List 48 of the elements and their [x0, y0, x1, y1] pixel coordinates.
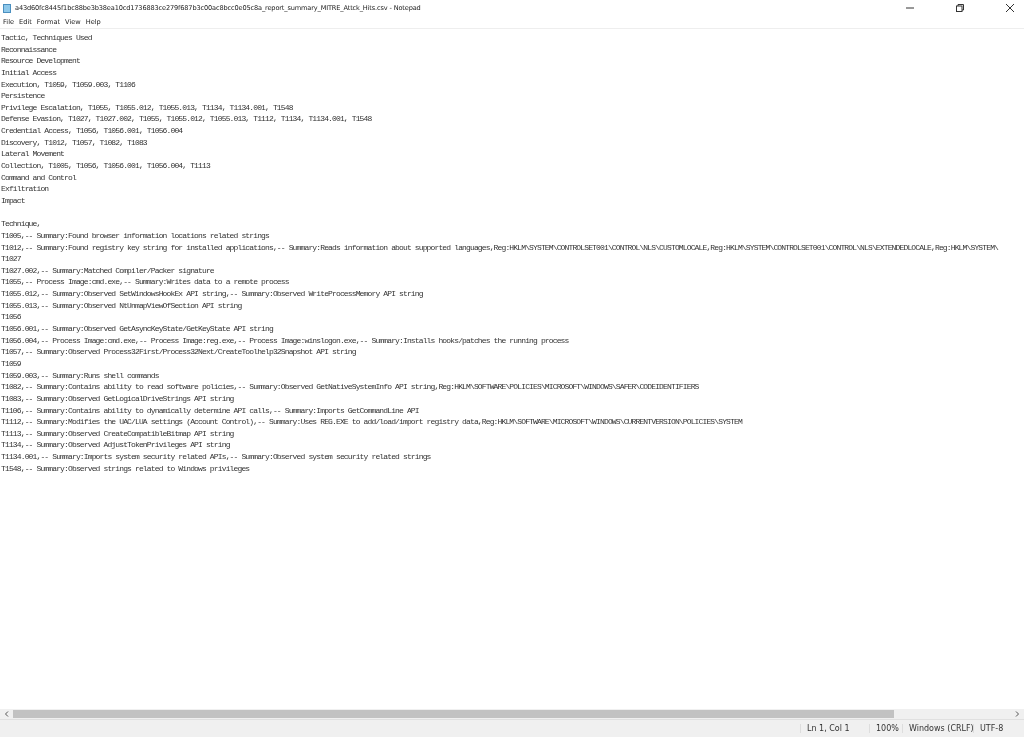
- text-line: Discovery, T1012, T1057, T1082, T1083: [1, 136, 148, 149]
- text-line: T1056.004,-- Process Image:cmd.exe,-- Process Image:reg.exe,-- Process Image:winslogon.exe,-- Summary:Installs hooks/patches the running process: [1, 334, 570, 347]
- text-line: Reconnaissance: [1, 43, 58, 56]
- text-line: T1548,-- Summary:Observed strings related to Windows privileges: [1, 462, 251, 475]
- text-line: T1082,-- Summary:Contains ability to read software policies,-- Summary:Observed GetNativeSystemInfo API string,Reg:HKLM\SOFTWARE\POLICIES\MICROSOFT\WINDOWS\SAFER\CODEIDENTIFIERS: [1, 381, 700, 393]
- text-line: Impact: [1, 194, 26, 207]
- text-line: Persistence: [1, 90, 46, 102]
- text-line: T1112,-- Summary:Modifies the UAC/LUA settings (Account Control),-- Summary:Uses REG.EXE to add/load/import registry data,Reg:HKLM\SOFTWARE\MICROSOFT\WINDOWS\CURRENTVERSION\POLICIES\SYSTEM: [1, 416, 744, 428]
- text-line: T1134,-- Summary:Observed AdjustTokenPrivileges API string: [1, 439, 231, 452]
- text-line: T1012,-- Summary:Found registry key string for installed applications,-- Summary:Reads information about supported languages,Reg:HKLM\SYSTEM\CONTROLSET001\CONTROL\NLS\CUSTOMLOCALE,Reg:HKLM\SYSTEM\CONTROLSET001\CONTROL\NLS\EXTENDEDLOCALE,Reg:HKLM\SYSTEM\: [1, 241, 1000, 254]
- text-line: T1027.002,-- Summary:Matched Compiler/Packer signature: [1, 264, 215, 277]
- text-line: T1083,-- Summary:Observed GetLogicalDriveStrings API string: [1, 392, 235, 405]
- text-line: T1027: [1, 253, 22, 265]
- line-ending: Windows (CRLF): [902, 724, 973, 733]
- scroll-left-icon[interactable]: [4, 711, 10, 717]
- text-line: T1055.013,-- Summary:Observed NtUnmapViewOfSection API string: [1, 299, 243, 312]
- text-line: T1056: [1, 311, 22, 323]
- text-line: Credential Access, T1056, T1056.001, T1056.004: [1, 125, 184, 137]
- minimize-icon[interactable]: [906, 4, 914, 12]
- text-line: Lateral Movement: [1, 148, 66, 161]
- scroll-right-icon[interactable]: [1014, 711, 1020, 717]
- text-line: Resource Development: [1, 55, 81, 67]
- text-line: Tactic, Techniques Used: [1, 32, 93, 44]
- text-line: Defense Evasion, T1027, T1027.002, T1055, T1055.012, T1055.013, T1112, T1134, T1134.001, T1548: [1, 113, 373, 126]
- text-line: T1059.003,-- Summary:Runs shell commands: [1, 369, 160, 382]
- text-line: T1005,-- Summary:Found browser information locations related strings: [1, 229, 270, 242]
- text-line: T1113,-- Summary:Observed CreateCompatibleBitmap API string: [1, 427, 235, 440]
- close-icon[interactable]: [1006, 4, 1014, 12]
- text-line: T1059: [1, 357, 22, 370]
- text-line: T1106,-- Summary:Contains ability to dynamically determine API calls,-- Summary:Imports GetCommandLine API: [1, 404, 420, 417]
- text-line: Command and Control: [1, 171, 78, 184]
- text-line: T1134.001,-- Summary:Imports system security related APIs,-- Summary:Observed system security related strings: [1, 451, 432, 463]
- cursor-position: Ln 1, Col 1: [800, 724, 869, 733]
- scrollbar-thumb[interactable]: [13, 710, 894, 718]
- text-line: Execution, T1059, T1059.003, T1106: [1, 78, 137, 91]
- zoom-level: 100%: [869, 724, 902, 733]
- text-line: Privilege Escalation, T1055, T1055.012, T1055.013, T1134, T1134.001, T1548: [1, 101, 294, 114]
- text-line: T1055,-- Process Image:cmd.exe,-- Summary:Writes data to a remote process: [1, 276, 290, 289]
- text-line: T1055.012,-- Summary:Observed SetWindowsHookEx API string,-- Summary:Observed WriteProcessMemory API string: [1, 288, 424, 300]
- text-line: Exfiltration: [1, 183, 50, 195]
- restore-icon[interactable]: [956, 4, 964, 12]
- text-line: T1057,-- Summary:Observed Process32First/Process32Next/CreateToolhelp32Snapshot API string: [1, 346, 357, 358]
- encoding: UTF-8: [973, 724, 1024, 733]
- text-line: Initial Access: [1, 66, 58, 79]
- text-line: T1056.001,-- Summary:Observed GetAsyncKeyState/GetKeyState API string: [1, 323, 274, 335]
- text-line: Collection, T1005, T1056, T1056.001, T1056.004, T1113: [1, 160, 212, 172]
- notepad-icon: [3, 3, 11, 13]
- text-line: Technique,: [1, 218, 42, 230]
